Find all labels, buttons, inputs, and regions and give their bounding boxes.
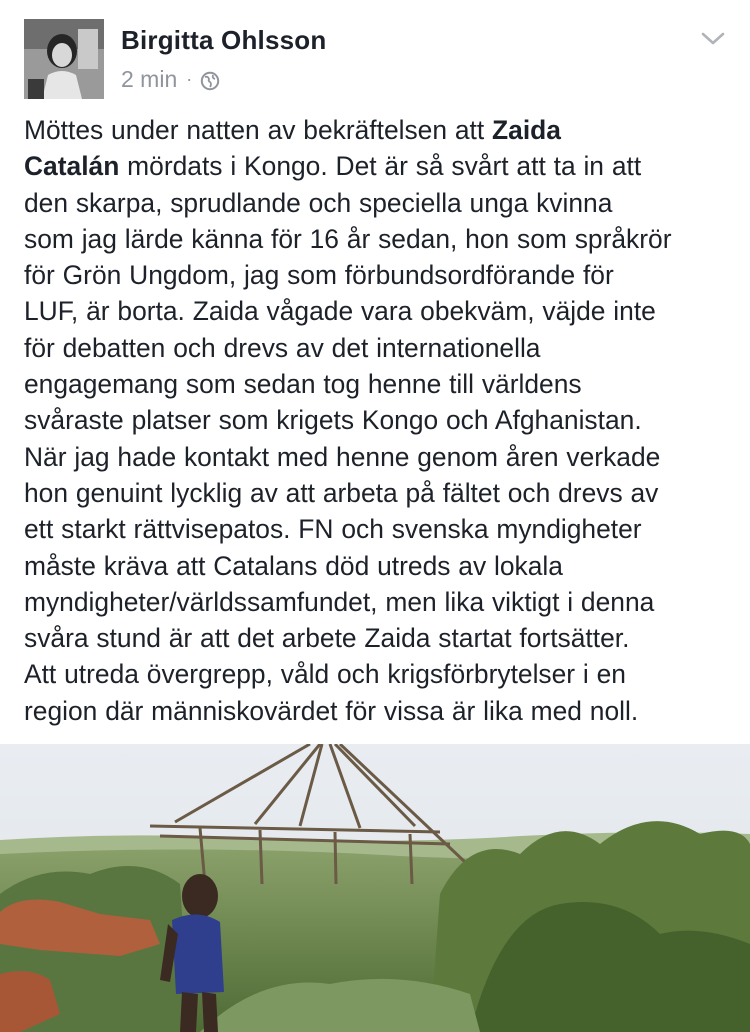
post-photo[interactable] <box>0 744 750 1032</box>
post-meta: 2 min · <box>121 66 220 93</box>
text-line: ett starkt rättvisepatos. FN och svenska… <box>24 514 642 545</box>
text-line: för debatten och drevs av det internatio… <box>24 332 541 363</box>
text-line: som jag lärde känna för 16 år sedan, hon… <box>24 223 672 254</box>
text-line: för Grön Ungdom, jag som förbundsordföra… <box>24 260 614 291</box>
bold-name: Zaida <box>492 115 561 145</box>
text-line: LUF, är borta. Zaida vågade vara obekväm… <box>24 296 656 327</box>
text-line: hon genuint lycklig av att arbeta på fäl… <box>24 477 659 508</box>
text-line: region där människovärdet för vissa är l… <box>24 695 639 726</box>
avatar[interactable] <box>24 19 104 99</box>
text-line: Möttes under natten av bekräftelsen att … <box>24 115 561 145</box>
text-line: myndigheter/världssamfundet, men lika vi… <box>24 586 655 617</box>
text-line: engagemang som sedan tog henne till värl… <box>24 369 582 400</box>
text-line: svåra stund är att det arbete Zaida star… <box>24 623 630 654</box>
text-line: Catalán mördats i Kongo. Det är så svårt… <box>24 151 642 182</box>
timestamp[interactable]: 2 min <box>121 66 177 93</box>
text-line: den skarpa, sprudlande och speciella ung… <box>24 187 613 218</box>
post-header: Birgitta Ohlsson 2 min · <box>24 19 726 101</box>
post-text: Möttes under natten av bekräftelsen att … <box>24 112 734 729</box>
text-line: När jag hade kontakt med henne genom åre… <box>24 441 661 472</box>
text-line: Att utreda övergrepp, våld och krigsförb… <box>24 659 626 690</box>
meta-separator: · <box>186 69 193 89</box>
chevron-down-icon[interactable] <box>700 31 726 47</box>
text-line: måste kräva att Catalans död utreds av l… <box>24 550 563 581</box>
bold-name: Catalán <box>24 151 120 182</box>
author-name[interactable]: Birgitta Ohlsson <box>121 25 326 56</box>
facebook-post: Birgitta Ohlsson 2 min · Möttes under na… <box>0 0 750 1032</box>
globe-icon <box>200 70 220 90</box>
text-line: svåraste platser som krigets Kongo och A… <box>24 405 642 436</box>
